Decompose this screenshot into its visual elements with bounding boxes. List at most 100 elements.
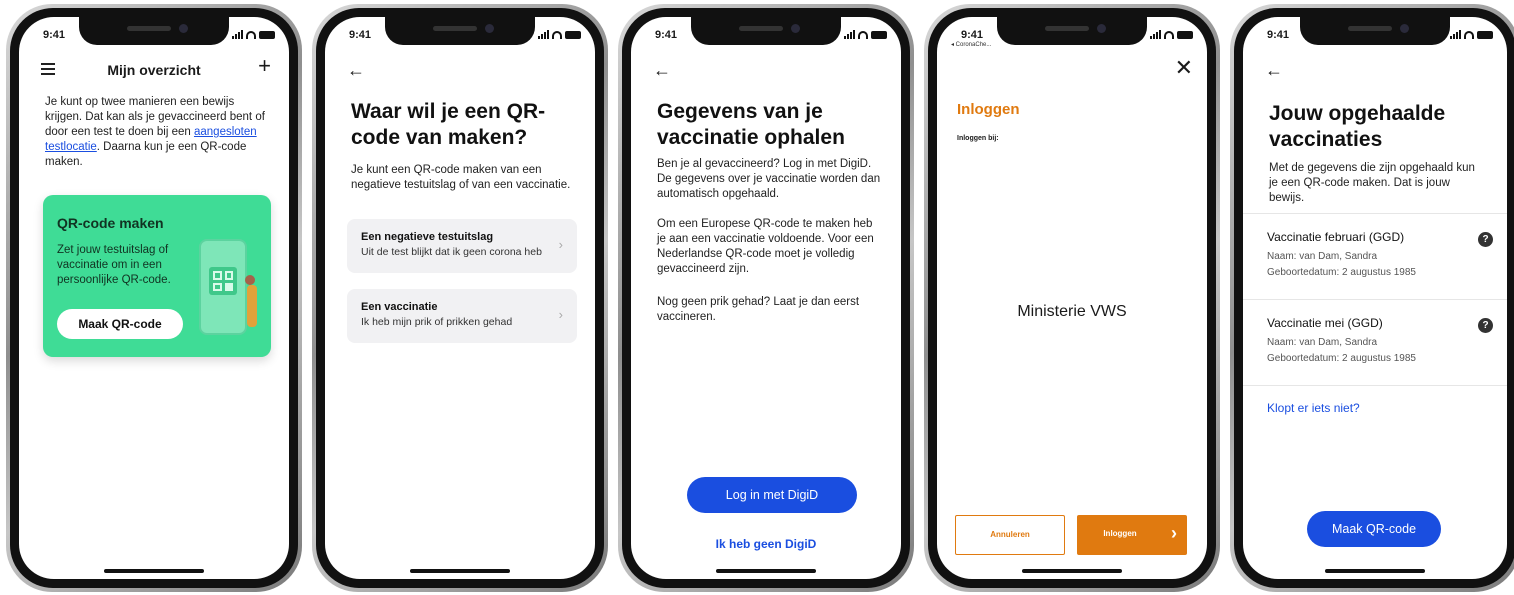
chevron-right-icon: › xyxy=(558,237,563,252)
status-icons xyxy=(538,30,581,39)
login-subtitle: Inloggen bij: xyxy=(957,135,999,142)
home-indicator xyxy=(1022,569,1122,573)
home-indicator xyxy=(410,569,510,573)
screen-digid-login: 9:41 ◂ CoronaChe... ✕ Inloggen Inloggen … xyxy=(937,17,1207,579)
page-title: Gegevens van je vaccinatie ophalen xyxy=(657,100,845,149)
battery-icon xyxy=(259,30,275,39)
vaccination-item[interactable]: Vaccinatie februari (GGD) Naam: van Dam,… xyxy=(1243,213,1507,299)
qr-code-icon xyxy=(209,267,237,295)
provider-name: Ministerie VWS xyxy=(1017,303,1127,320)
battery-icon xyxy=(871,30,887,39)
make-qr-button[interactable]: Maak QR-code xyxy=(57,309,183,339)
phone-bezel: 9:41 ← Gegevens van je vaccinatie ophale… xyxy=(622,8,910,588)
phone-3: 9:41 ← Gegevens van je vaccinatie ophale… xyxy=(618,4,914,592)
cancel-button[interactable]: Annuleren xyxy=(955,515,1065,555)
status-time: 9:41 xyxy=(43,29,66,41)
help-icon[interactable]: ? xyxy=(1478,318,1493,333)
screen-overview: 9:41 Mijn overzicht + Je kunt op twee ma… xyxy=(19,17,289,579)
chevron-right-icon: › xyxy=(558,307,563,322)
notch xyxy=(79,17,229,45)
card-text: Zet jouw testuitslag of vaccinatie om in… xyxy=(57,244,171,286)
status-time: 9:41 xyxy=(655,29,678,41)
qr-card: QR-code maken Zet jouw testuitslag of va… xyxy=(43,195,271,357)
home-indicator xyxy=(104,569,204,573)
home-indicator xyxy=(1325,569,1425,573)
intro-text: Je kunt op twee manieren een bewijs krij… xyxy=(45,96,265,168)
wrong-info-link[interactable]: Klopt er iets niet? xyxy=(1267,401,1360,415)
vaccination-dob: Geboortedatum: 2 augustus 1985 xyxy=(1267,267,1416,278)
back-arrow-icon[interactable]: ← xyxy=(1265,61,1283,79)
status-icons xyxy=(232,30,275,39)
page-title: Mijn overzicht xyxy=(107,62,201,78)
intro-text: Je kunt een QR-code maken van een negati… xyxy=(351,164,571,191)
phone-bezel: 9:41 ◂ CoronaChe... ✕ Inloggen Inloggen … xyxy=(928,8,1216,588)
notch xyxy=(385,17,535,45)
paragraph-2: Om een Europese QR-code te maken heb je … xyxy=(657,218,874,275)
no-digid-link[interactable]: Ik heb geen DigiD xyxy=(631,537,901,551)
battery-icon xyxy=(565,30,581,39)
battery-icon xyxy=(1477,30,1493,39)
vaccination-name: Naam: van Dam, Sandra xyxy=(1267,337,1378,348)
phone-2: 9:41 ← Waar wil je een QR-code van maken… xyxy=(312,4,608,592)
paragraph-3: Nog geen prik gehad? Laat je dan eerst v… xyxy=(657,296,860,323)
divider xyxy=(1243,385,1507,386)
signal-icon xyxy=(1450,30,1461,39)
notch xyxy=(691,17,841,45)
page-title: Jouw opgehaalde vaccinaties xyxy=(1269,102,1446,151)
intro-text: Met de gegevens die zijn opgehaald kun j… xyxy=(1269,162,1475,204)
wifi-icon xyxy=(552,30,562,39)
wifi-icon xyxy=(246,30,256,39)
screen-fetch-vaccination: 9:41 ← Gegevens van je vaccinatie ophale… xyxy=(631,17,901,579)
option-negative-test[interactable]: Een negatieve testuitslag Uit de test bl… xyxy=(347,219,577,273)
phone-4: 9:41 ◂ CoronaChe... ✕ Inloggen Inloggen … xyxy=(924,4,1220,592)
wifi-icon xyxy=(1464,30,1474,39)
help-icon[interactable]: ? xyxy=(1478,232,1493,247)
chevron-right-icon: › xyxy=(1171,523,1177,543)
login-button-label: Inloggen xyxy=(1103,529,1137,538)
paragraph-1: Ben je al gevaccineerd? Log in met DigiD… xyxy=(657,158,881,200)
phone-bezel: 9:41 ← Jouw opgehaalde vaccinaties Met d… xyxy=(1234,8,1514,588)
notch xyxy=(1300,17,1450,45)
vaccination-title: Vaccinatie mei (GGD) xyxy=(1267,316,1383,330)
home-indicator xyxy=(716,569,816,573)
notch xyxy=(997,17,1147,45)
option-title: Een vaccinatie xyxy=(361,301,438,313)
screen-fetched-vaccinations: 9:41 ← Jouw opgehaalde vaccinaties Met d… xyxy=(1243,17,1507,579)
page-title: Waar wil je een QR-code van maken? xyxy=(351,100,546,149)
card-illustration xyxy=(177,225,271,345)
screen-choose-qr: 9:41 ← Waar wil je een QR-code van maken… xyxy=(325,17,595,579)
phone-5: 9:41 ← Jouw opgehaalde vaccinaties Met d… xyxy=(1230,4,1514,592)
plus-icon[interactable]: + xyxy=(258,55,271,77)
vaccination-name: Naam: van Dam, Sandra xyxy=(1267,251,1378,262)
card-title: QR-code maken xyxy=(57,215,164,231)
status-time: 9:41 xyxy=(961,29,984,41)
option-title: Een negatieve testuitslag xyxy=(361,231,494,243)
option-subtitle: Uit de test blijkt dat ik geen corona he… xyxy=(361,246,542,258)
status-time: 9:41 xyxy=(1267,29,1290,41)
back-arrow-icon[interactable]: ← xyxy=(347,61,365,79)
battery-icon xyxy=(1177,30,1193,39)
signal-icon xyxy=(844,30,855,39)
status-icons xyxy=(1150,30,1193,39)
signal-icon xyxy=(538,30,549,39)
status-icons xyxy=(1450,30,1493,39)
make-qr-button[interactable]: Maak QR-code xyxy=(1307,511,1441,547)
login-title: Inloggen xyxy=(957,101,1020,118)
phone-bezel: 9:41 ← Waar wil je een QR-code van maken… xyxy=(316,8,604,588)
signal-icon xyxy=(232,30,243,39)
back-to-app[interactable]: ◂ CoronaChe... xyxy=(951,41,991,48)
login-button[interactable]: Inloggen › xyxy=(1077,515,1187,555)
phone-bezel: 9:41 Mijn overzicht + Je kunt op twee ma… xyxy=(10,8,298,588)
phone-1: 9:41 Mijn overzicht + Je kunt op twee ma… xyxy=(6,4,302,592)
option-subtitle: Ik heb mijn prik of prikken gehad xyxy=(361,316,513,328)
status-time: 9:41 xyxy=(349,29,372,41)
wifi-icon xyxy=(1164,30,1174,39)
signal-icon xyxy=(1150,30,1161,39)
status-icons xyxy=(844,30,887,39)
login-digid-button[interactable]: Log in met DigiD xyxy=(687,477,857,513)
back-arrow-icon[interactable]: ← xyxy=(653,61,671,79)
close-icon[interactable]: ✕ xyxy=(1175,57,1193,79)
vaccination-item[interactable]: Vaccinatie mei (GGD) Naam: van Dam, Sand… xyxy=(1243,299,1507,385)
wifi-icon xyxy=(858,30,868,39)
option-vaccination[interactable]: Een vaccinatie Ik heb mijn prik of prikk… xyxy=(347,289,577,343)
